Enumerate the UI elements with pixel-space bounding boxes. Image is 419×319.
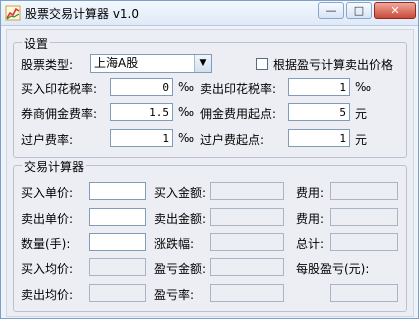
per-share-profit-label: 每股盈亏(元): [296, 262, 370, 276]
stock-type-select[interactable]: 上海A股 ▼ [90, 54, 212, 73]
total-output [330, 233, 398, 251]
quantity-label: 数量(手): [21, 237, 71, 251]
per-share-profit-output [330, 284, 398, 302]
sell-fee-output [330, 208, 398, 226]
calculator-group-title: 交易计算器 [22, 158, 87, 175]
sell-fee-label: 费用: [296, 212, 325, 226]
stock-chart-icon [5, 5, 21, 21]
commission-rate-unit: ‰ [178, 105, 195, 119]
change-percent-output [210, 233, 284, 251]
total-label: 总计: [296, 237, 325, 251]
buy-fee-label: 费用: [296, 186, 325, 200]
sell-amount-label: 卖出金额: [154, 212, 207, 226]
buy-amount-label: 买入金额: [154, 186, 207, 200]
sell-price-input[interactable] [89, 208, 146, 226]
transfer-fee-min-input[interactable]: 1 [288, 129, 350, 147]
sell-price-label: 卖出单价: [21, 212, 74, 226]
transfer-fee-rate-input[interactable]: 1 [110, 129, 173, 147]
buy-fee-output [330, 182, 398, 200]
commission-min-label: 佣金费用起点: [200, 107, 277, 121]
stock-type-label: 股票类型: [21, 58, 74, 72]
buy-stamp-tax-unit: ‰ [178, 80, 195, 94]
profit-amount-label: 盈亏金额: [154, 262, 207, 276]
buy-price-label: 买入单价: [21, 186, 74, 200]
buy-average-price-output [89, 258, 146, 276]
profit-price-checkbox[interactable] [256, 58, 268, 70]
app-window: 股票交易计算器 v1.0 — □ ✕ 设置 股票类型: 上海A股 ▼ 根据盈亏计… [0, 0, 419, 319]
settings-group-title: 设置 [22, 35, 51, 52]
buy-price-input[interactable] [89, 182, 146, 200]
window-title: 股票交易计算器 v1.0 [25, 7, 140, 21]
profit-price-checkbox-label[interactable]: 根据盈亏计算卖出价格 [273, 56, 393, 73]
quantity-input[interactable] [89, 233, 146, 251]
chevron-down-icon[interactable]: ▼ [194, 55, 211, 72]
profit-rate-output [210, 284, 284, 302]
buy-amount-output [210, 182, 284, 200]
calculator-group: 交易计算器 买入单价: 买入金额: 费用: 卖出单价: 卖出金额: 费用: 数量… [13, 158, 407, 312]
sell-stamp-tax-label: 卖出印花税率: [200, 82, 277, 96]
sell-average-price-output [89, 284, 146, 302]
commission-min-unit: 元 [355, 107, 368, 121]
client-area: 设置 股票类型: 上海A股 ▼ 根据盈亏计算卖出价格 买入印花税率: 0 ‰ 卖… [6, 29, 414, 317]
title-bar[interactable]: 股票交易计算器 v1.0 — □ ✕ [1, 1, 418, 26]
buy-stamp-tax-input[interactable]: 0 [110, 78, 173, 96]
buy-average-price-label: 买入均价: [21, 262, 74, 276]
buy-stamp-tax-label: 买入印花税率: [21, 82, 98, 96]
stock-type-value: 上海A股 [94, 56, 139, 70]
settings-group: 设置 股票类型: 上海A股 ▼ 根据盈亏计算卖出价格 买入印花税率: 0 ‰ 卖… [13, 35, 407, 158]
transfer-fee-rate-label: 过户费率: [21, 133, 74, 147]
maximize-button[interactable]: □ [346, 2, 372, 19]
sell-average-price-label: 卖出均价: [21, 288, 74, 302]
change-percent-label: 涨跌幅: [154, 237, 195, 251]
sell-amount-output [210, 208, 284, 226]
close-button[interactable]: ✕ [374, 2, 416, 19]
transfer-fee-rate-unit: ‰ [178, 131, 195, 145]
commission-rate-label: 券商佣金费率: [21, 107, 98, 121]
sell-stamp-tax-input[interactable]: 1 [288, 78, 350, 96]
transfer-fee-min-label: 过户费起点: [200, 133, 265, 147]
transfer-fee-min-unit: 元 [355, 133, 368, 147]
profit-rate-label: 盈亏率: [154, 288, 195, 302]
commission-rate-input[interactable]: 1.5 [110, 103, 173, 121]
sell-stamp-tax-unit: ‰ [355, 80, 372, 94]
profit-amount-output [210, 258, 284, 276]
minimize-button[interactable]: — [318, 2, 344, 19]
commission-min-input[interactable]: 5 [288, 103, 350, 121]
